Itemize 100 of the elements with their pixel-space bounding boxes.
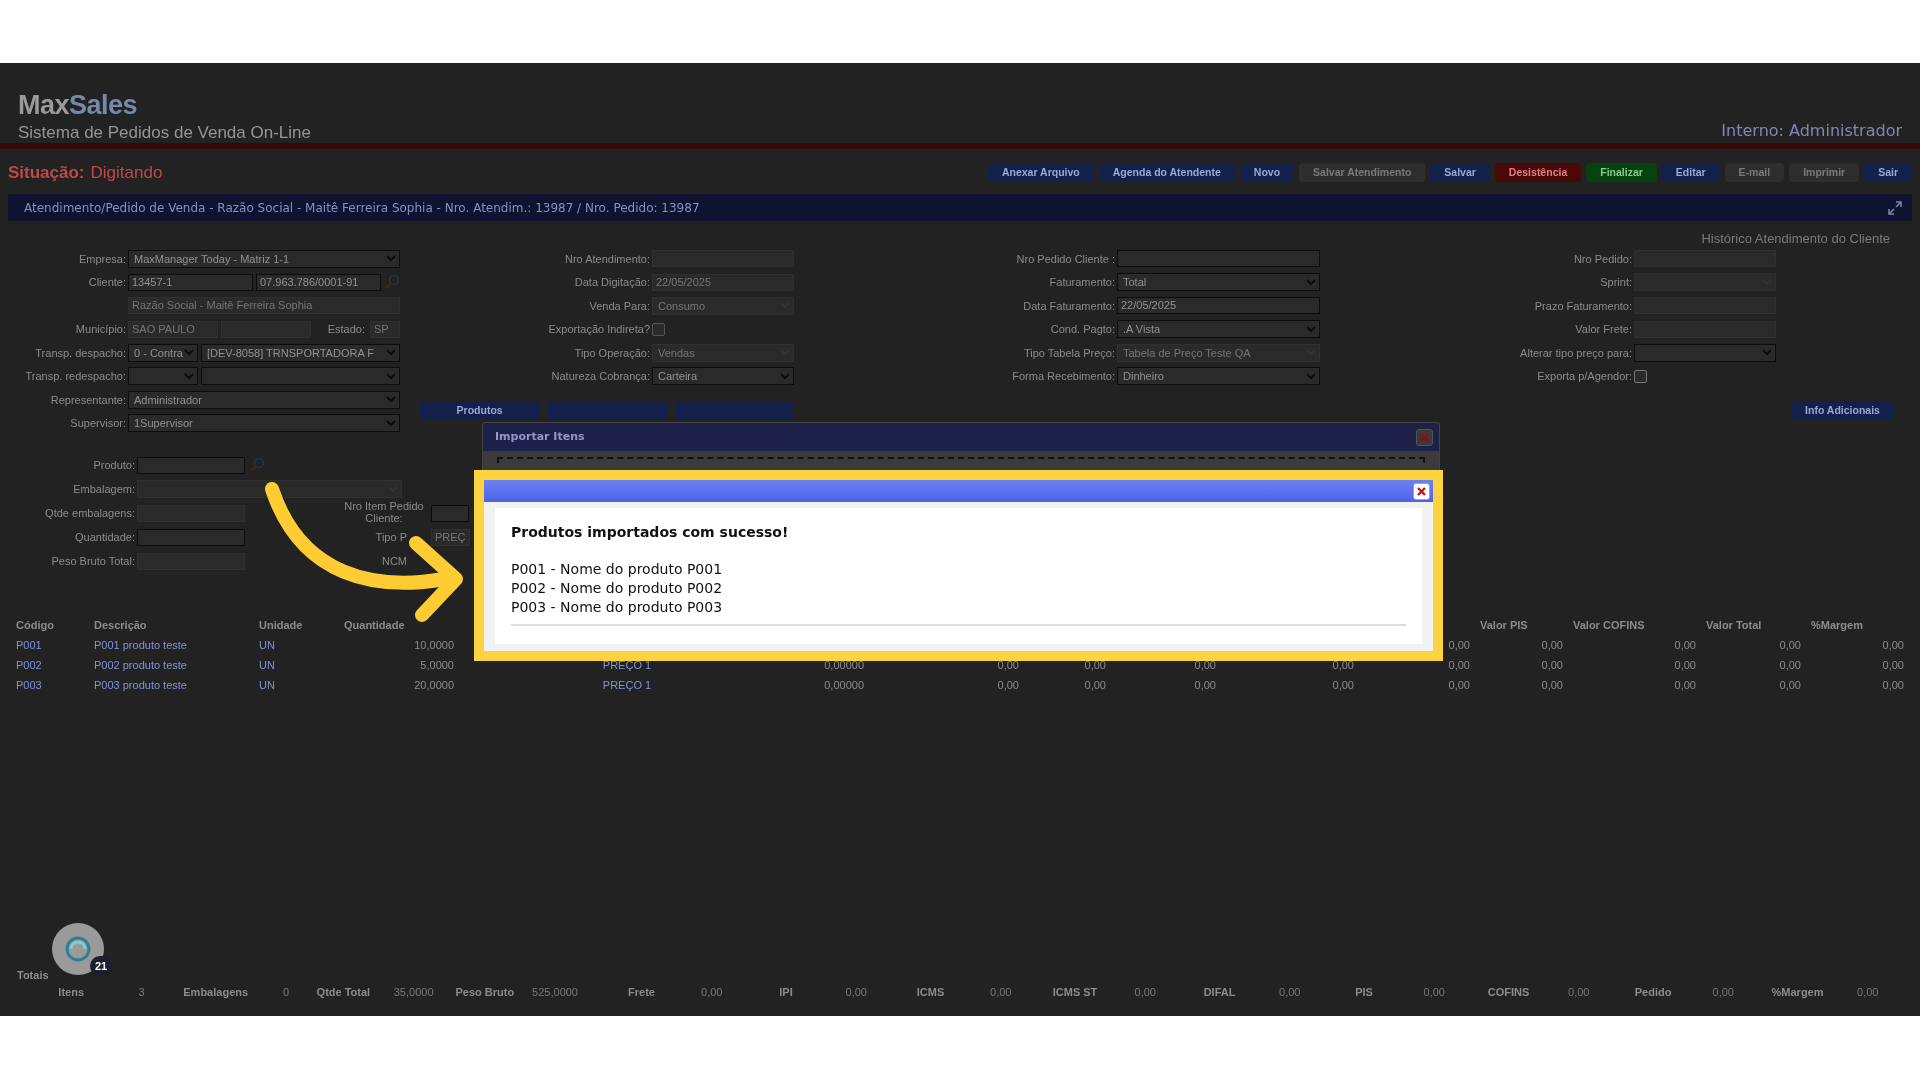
field-label: Nro Pedido Cliente :: [1015, 251, 1116, 267]
total-label: COFINS: [1486, 984, 1531, 1000]
tab-button[interactable]: Produtos: [420, 401, 540, 420]
total-value: 0,00: [1857, 984, 1880, 1000]
total-value: 0,00: [1423, 984, 1446, 1000]
product-line: P002 - Nome do produto P002: [511, 579, 724, 598]
dropdown[interactable]: 1Supervisor: [128, 414, 400, 433]
history-link[interactable]: Histórico Atendimento do Cliente: [0, 221, 1920, 243]
dropdown[interactable]: Total: [1117, 273, 1320, 292]
table-cell-text: 0,00: [1540, 677, 1564, 693]
field-label: Forma Recebimento:: [1011, 369, 1116, 384]
toolbar-button[interactable]: Desistência: [1494, 163, 1582, 182]
field-label: Tipo Operação:: [573, 345, 651, 361]
total-label: ICMS ST: [1051, 984, 1099, 1000]
dropdown[interactable]: 0 - Contra: [128, 343, 198, 362]
column-header: Valor COFINS: [1572, 617, 1646, 633]
column-header: Unidade: [258, 617, 304, 633]
tab-button[interactable]: [547, 401, 667, 420]
toolbar-button[interactable]: Salvar: [1430, 163, 1490, 182]
caret-icon: [1306, 278, 1316, 286]
dropdown[interactable]: .A Vista: [1117, 320, 1320, 339]
column-header: Descrição: [93, 617, 148, 633]
total-label: Peso Bruto: [454, 984, 516, 1000]
field-label: Prazo Faturamento:: [1533, 298, 1633, 314]
table-cell-text: UN: [258, 657, 276, 673]
logo: MaxSales: [18, 91, 139, 119]
field-label: Empresa:: [77, 251, 127, 267]
dropdown[interactable]: [DEV-8058] TRNSPORTADORA F: [201, 343, 400, 362]
total-label: IPI: [778, 984, 794, 1000]
checkbox[interactable]: [1634, 369, 1647, 383]
column-header: Código: [15, 617, 55, 633]
input-field[interactable]: 07.963.786/0001-91: [256, 273, 381, 291]
input-field[interactable]: [1117, 250, 1320, 268]
column-header: Valor PIS: [1479, 617, 1529, 633]
input-field[interactable]: [431, 504, 469, 522]
input-field[interactable]: [137, 456, 245, 474]
toolbar-button[interactable]: Sair: [1864, 163, 1912, 182]
table-link[interactable]: P003: [12, 676, 90, 694]
caret-icon: [386, 372, 396, 380]
caret-icon: [1306, 372, 1316, 380]
dropdown[interactable]: Dinheiro: [1117, 367, 1320, 386]
total-value: 0,00: [1568, 984, 1591, 1000]
toolbar-button[interactable]: Finalizar: [1586, 163, 1657, 182]
field-label: Valor Frete:: [1574, 322, 1633, 337]
table-cell-text: 0,00: [1881, 657, 1905, 673]
field-label: Tipo Tabela Preço:: [1022, 345, 1116, 361]
field-label: Embalagem:: [72, 481, 136, 497]
toolbar-button[interactable]: Editar: [1661, 163, 1720, 182]
total-label: DIFAL: [1202, 984, 1237, 1000]
count-badge: 21: [90, 956, 112, 976]
total-value: 0,00: [701, 984, 724, 1000]
dropdown[interactable]: Carteira: [652, 367, 794, 386]
table-link[interactable]: P002: [12, 656, 90, 674]
field-label: Transp. redespacho:: [24, 369, 127, 384]
caret-icon: [1762, 349, 1772, 357]
total-label: ICMS: [915, 984, 946, 1000]
field-label: Estado:: [326, 322, 366, 337]
table-cell-text: 0,00: [1447, 657, 1471, 673]
field-label: Qtde embalagens:: [44, 505, 136, 521]
close-button[interactable]: [1413, 482, 1430, 500]
field-label: Venda Para:: [588, 298, 651, 314]
table-cell-text: 0,00: [1778, 637, 1802, 653]
table-cell-text: 0,00: [1673, 677, 1697, 693]
table-cell-text: 0,00: [1881, 637, 1905, 653]
caret-icon: [184, 372, 194, 380]
table-link[interactable]: P003 produto teste: [90, 676, 255, 694]
column-header: Valor Total: [1705, 617, 1763, 633]
field-label: Nro Pedido:: [1572, 251, 1633, 267]
field-label: Sprint:: [1599, 275, 1633, 290]
field-label: Faturamento:: [1048, 275, 1116, 290]
tab-button[interactable]: [674, 401, 794, 420]
table-link[interactable]: P001: [12, 636, 90, 654]
table-cell-text: 0,00000: [823, 677, 865, 693]
product-line: P003 - Nome do produto P003: [511, 598, 724, 617]
toolbar-button[interactable]: Anexar Arquivo: [987, 163, 1094, 182]
field-label: Quantidade:: [74, 529, 136, 545]
field-label: Exporta p/Agendor:: [1536, 369, 1633, 384]
table-cell-text: 0,00: [1193, 677, 1217, 693]
dropdown[interactable]: MaxManager Today - Matriz 1-1: [128, 249, 400, 268]
info-button[interactable]: Info Adicionais: [1791, 401, 1894, 420]
input-field[interactable]: 13457-1: [128, 273, 253, 291]
field-label: Natureza Cobrança:: [550, 369, 651, 384]
app-subtitle: Sistema de Pedidos de Venda On-Line: [18, 122, 311, 143]
input-field[interactable]: 22/05/2025: [1117, 297, 1320, 315]
input-field[interactable]: [137, 528, 245, 546]
field-label: Peso Bruto Total:: [50, 553, 136, 569]
total-label: Frete: [627, 984, 656, 1000]
caret-icon: [386, 255, 396, 263]
dropdown[interactable]: Administrador: [128, 390, 400, 409]
toolbar-button[interactable]: Agenda do Atendente: [1098, 163, 1235, 182]
table-link[interactable]: P001 produto teste: [90, 636, 255, 654]
field-label: Cliente:: [87, 275, 127, 290]
field-label: NCM: [381, 553, 408, 569]
column-header: Quantidade: [343, 617, 406, 633]
total-label: Pedido: [1633, 984, 1673, 1000]
toolbar-button[interactable]: Novo: [1239, 163, 1295, 182]
table-cell-text: 0,00: [1447, 677, 1471, 693]
total-value: 0,00: [990, 984, 1013, 1000]
table-link[interactable]: P002 produto teste: [90, 656, 255, 674]
table-cell-text: 0,00: [1673, 657, 1697, 673]
